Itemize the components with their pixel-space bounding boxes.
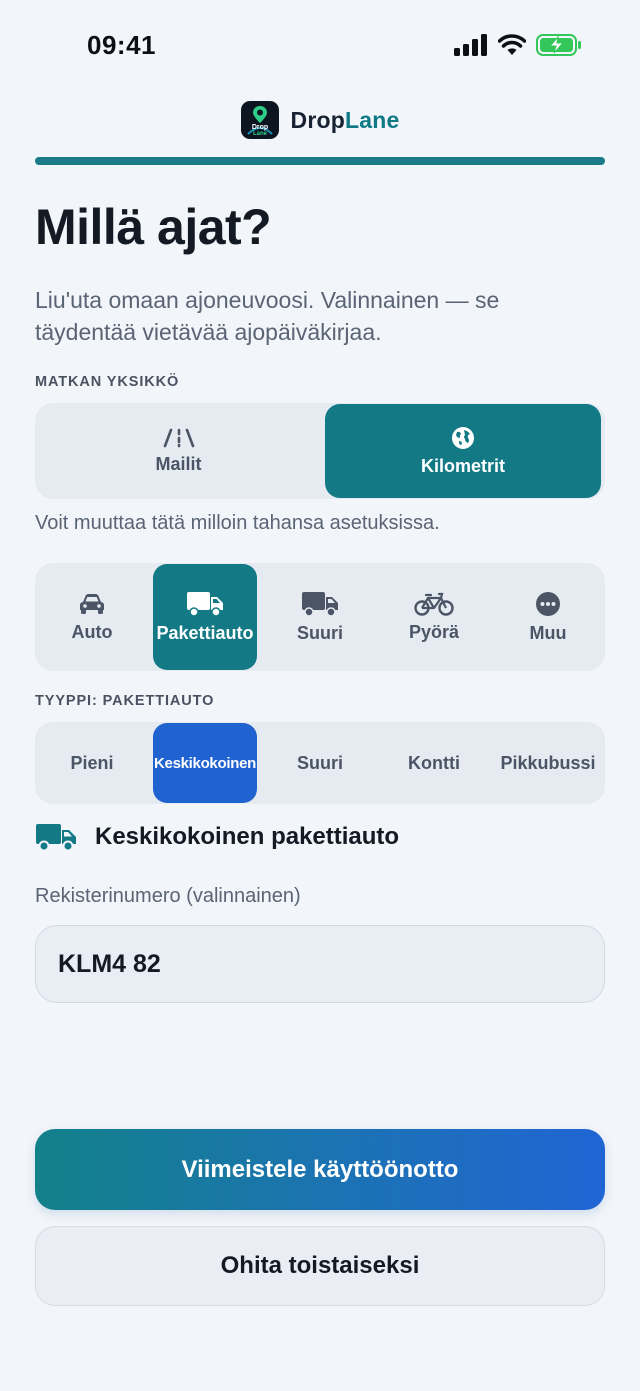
distance-unit-selector: Mailit Kilometrit — [35, 403, 605, 499]
type-option-keskikokoinen[interactable]: Keskikokoinen — [153, 723, 257, 803]
onboarding-progress-bar — [35, 157, 605, 165]
status-icons — [454, 34, 582, 56]
car-icon — [80, 593, 104, 614]
vehicle-type-selector: Pieni Keskikokoinen Suuri Kontti Pikkubu… — [35, 722, 605, 804]
unit-section-label: MATKAN YKSIKKÖ — [35, 374, 180, 390]
category-option-auto[interactable]: Auto — [35, 563, 149, 671]
signal-icon — [454, 34, 487, 56]
unit-hint-text: Voit muuttaa tätä milloin tahansa asetuk… — [35, 512, 440, 534]
unit-option-miles[interactable]: Mailit — [35, 403, 322, 499]
skip-for-now-button[interactable]: Ohita toistaiseksi — [35, 1226, 605, 1306]
svg-text:Lane: Lane — [253, 131, 268, 137]
svg-text:Drop: Drop — [251, 124, 267, 131]
type-option-pikkubussi[interactable]: Pikkubussi — [491, 722, 605, 804]
category-option-label: Pyörä — [408, 621, 460, 642]
van-icon — [36, 824, 76, 852]
license-plate-input[interactable] — [35, 925, 605, 1003]
category-option-label: Muu — [529, 622, 567, 643]
category-option-label: Suuri — [296, 622, 343, 643]
category-option-pyora[interactable]: Pyörä — [377, 563, 491, 671]
status-bar: 09:41 — [0, 0, 640, 90]
van-icon — [187, 591, 223, 617]
type-option-kontti[interactable]: Kontti — [377, 722, 491, 804]
droplane-logo: Drop Lane — [240, 101, 279, 139]
selected-vehicle-summary: Keskikokoinen pakettiauto — [35, 822, 399, 852]
unit-option-label: Mailit — [155, 453, 202, 474]
category-option-suuri[interactable]: Suuri — [263, 563, 377, 671]
truck-icon — [302, 591, 338, 617]
status-time: 09:41 — [87, 30, 156, 60]
category-option-pakettiauto[interactable]: Pakettiauto — [153, 564, 257, 670]
brand-name: DropLane — [290, 106, 400, 133]
app-brand: Drop Lane DropLane — [0, 101, 640, 139]
plate-field-label: Rekisterinumero (valinnainen) — [35, 885, 301, 907]
road-icon — [163, 428, 194, 447]
finish-onboarding-button[interactable]: Viimeistele käyttöönotto — [35, 1129, 605, 1210]
page-subtitle: Liu'uta omaan ajoneuvoosi. Valinnainen —… — [35, 287, 500, 345]
type-option-suuri[interactable]: Suuri — [263, 722, 377, 804]
type-section-label: TYYPPI: PAKETTIAUTO — [35, 693, 215, 709]
globe-icon — [452, 426, 474, 449]
type-option-pieni[interactable]: Pieni — [35, 722, 149, 804]
more-icon — [536, 591, 560, 616]
wifi-icon — [498, 34, 526, 55]
unit-option-kilometers[interactable]: Kilometrit — [325, 404, 601, 498]
unit-option-label: Kilometrit — [420, 455, 505, 476]
category-option-label: Pakettiauto — [156, 622, 254, 643]
bicycle-icon — [414, 592, 454, 616]
selected-vehicle-label: Keskikokoinen pakettiauto — [95, 823, 400, 850]
page-title: Millä ajat? — [35, 199, 272, 255]
vehicle-category-selector: Auto Pakettiauto Suuri Pyörä Muu — [35, 563, 605, 671]
battery-charging-icon — [536, 34, 581, 56]
category-option-label: Auto — [71, 621, 113, 642]
category-option-muu[interactable]: Muu — [491, 563, 605, 671]
